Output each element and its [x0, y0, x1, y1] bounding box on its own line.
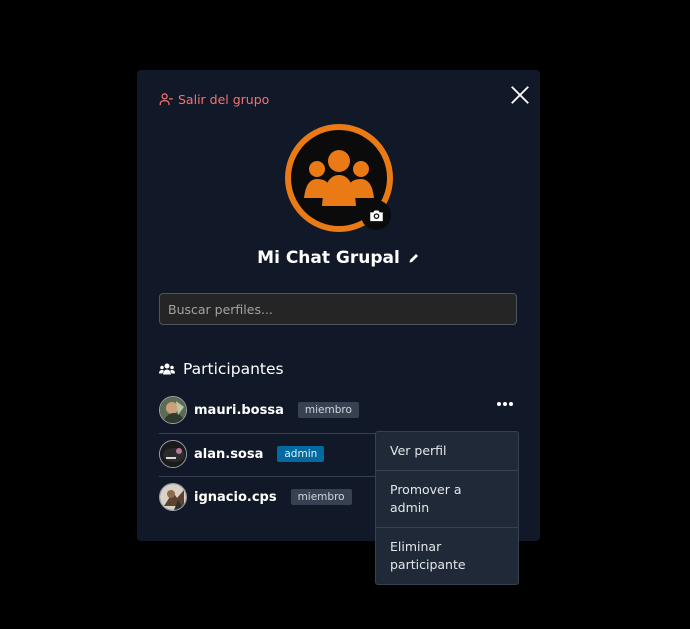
group-users-icon — [304, 150, 374, 206]
ellipsis-icon[interactable] — [497, 402, 513, 406]
participant-username: alan.sosa — [194, 446, 264, 462]
close-icon[interactable] — [509, 84, 531, 106]
participant-username: ignacio.cps — [194, 489, 277, 505]
participant-context-menu: Ver perfil Promover a admin Eliminar par… — [375, 431, 519, 585]
search-profiles-input[interactable] — [159, 293, 517, 325]
role-badge: miembro — [297, 402, 359, 418]
avatar — [159, 440, 187, 468]
users-icon — [159, 363, 175, 375]
participant-username: mauri.bossa — [194, 402, 284, 418]
user-minus-icon — [159, 93, 173, 106]
avatar — [159, 396, 187, 424]
role-badge: miembro — [290, 489, 352, 505]
group-avatar — [285, 124, 393, 232]
camera-icon — [369, 210, 383, 221]
group-name-row: Mi Chat Grupal — [137, 248, 540, 268]
change-photo-button[interactable] — [361, 200, 391, 230]
menu-item-view-profile[interactable]: Ver perfil — [376, 432, 518, 470]
menu-item-remove-participant[interactable]: Eliminar participante — [376, 527, 518, 584]
leave-group-label: Salir del grupo — [178, 92, 270, 107]
role-badge: admin — [277, 446, 325, 462]
group-name: Mi Chat Grupal — [257, 248, 400, 268]
participant-row[interactable]: mauri.bossa miembro — [159, 390, 518, 430]
participants-header: Participantes — [159, 360, 284, 378]
participants-title: Participantes — [183, 360, 284, 378]
pencil-icon[interactable] — [408, 252, 420, 264]
avatar — [159, 483, 187, 511]
leave-group-button[interactable]: Salir del grupo — [159, 92, 269, 107]
menu-item-promote-admin[interactable]: Promover a admin — [376, 470, 518, 527]
